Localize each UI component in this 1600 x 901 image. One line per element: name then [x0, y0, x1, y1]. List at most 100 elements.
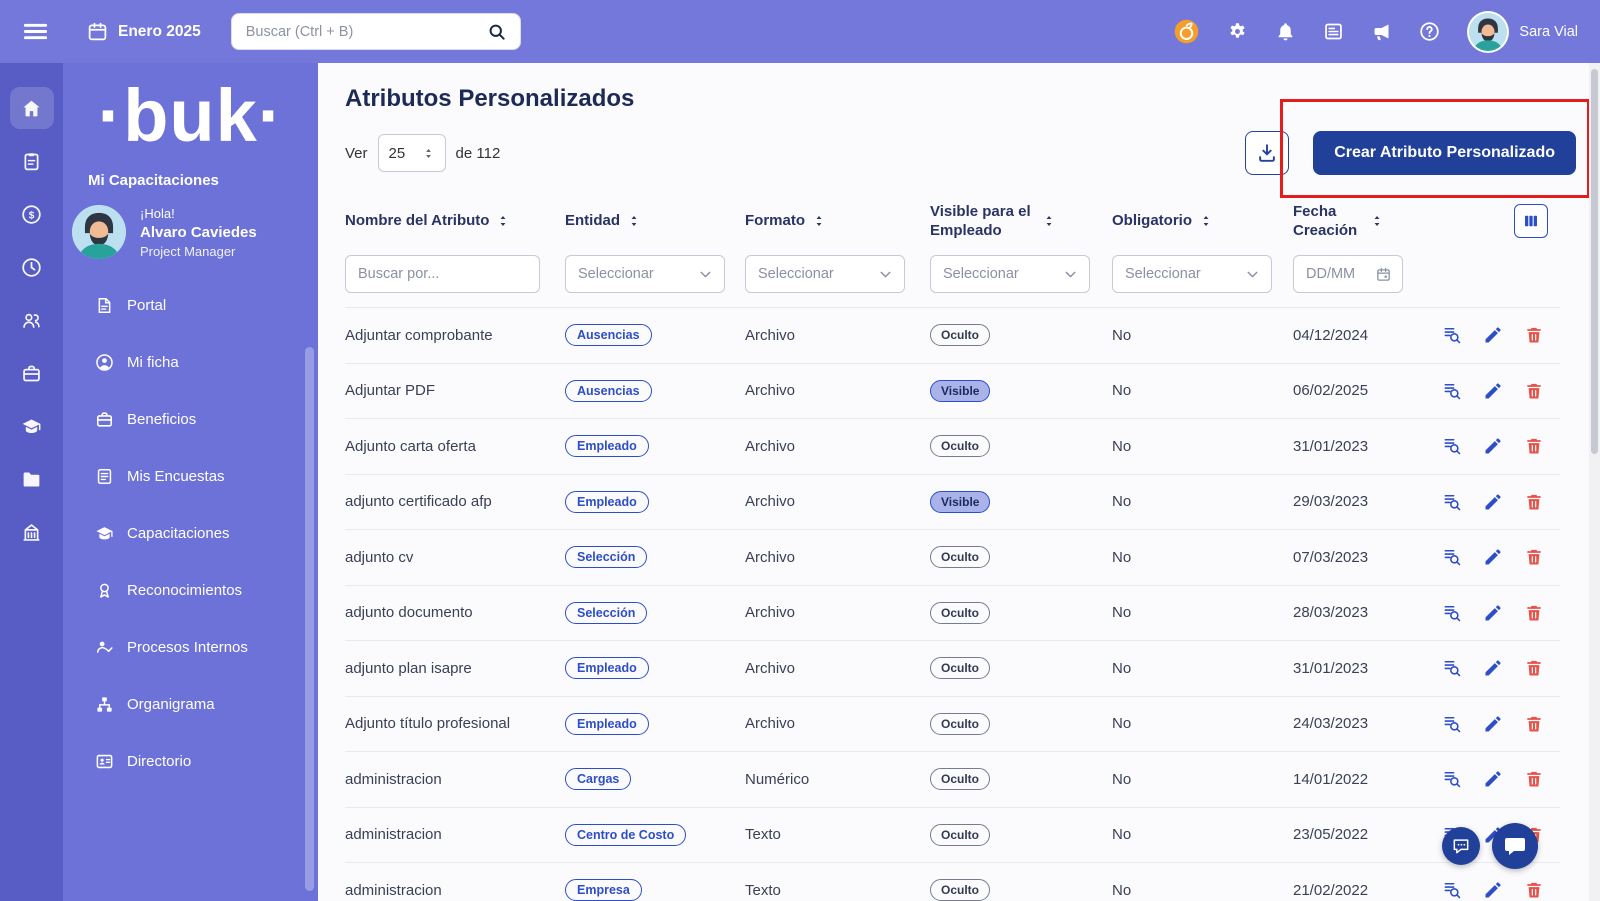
view-details-button[interactable] [1442, 714, 1462, 734]
format-value: Archivo [745, 438, 930, 455]
sidebar-item-organigrama[interactable]: Organigrama [63, 676, 318, 733]
page-size-select[interactable]: 25 [378, 134, 446, 172]
rail-item-talent[interactable] [10, 299, 54, 341]
header-visible[interactable]: Visible para el Empleado [930, 202, 1112, 241]
period-selector[interactable]: Enero 2025 [87, 21, 201, 42]
filter-visible-select[interactable]: Seleccionar [930, 255, 1090, 293]
view-details-button[interactable] [1442, 547, 1462, 567]
create-attribute-button[interactable]: Crear Atributo Personalizado [1313, 131, 1576, 175]
sort-icon[interactable] [627, 214, 641, 228]
rail-item-benefits[interactable] [10, 352, 54, 394]
chat-button[interactable] [1442, 827, 1480, 865]
delete-button[interactable] [1524, 769, 1544, 789]
required-value: No [1112, 715, 1293, 732]
rewards-button[interactable] [1173, 18, 1200, 45]
trash-icon [1524, 658, 1544, 678]
view-details-button[interactable] [1442, 492, 1462, 512]
delete-button[interactable] [1524, 603, 1544, 623]
sort-icon[interactable] [1042, 214, 1056, 228]
notifications-button[interactable] [1275, 21, 1296, 42]
rail-item-tasks[interactable] [10, 140, 54, 182]
help-button[interactable] [1419, 21, 1440, 42]
delete-button[interactable] [1524, 325, 1544, 345]
header-obligatorio[interactable]: Obligatorio [1112, 211, 1293, 231]
sidebar-item-portal[interactable]: Portal [63, 277, 318, 334]
view-details-button[interactable] [1442, 325, 1462, 345]
sort-icon[interactable] [812, 214, 826, 228]
view-details-button[interactable] [1442, 769, 1462, 789]
sidebar-item-reconocimientos[interactable]: Reconocimientos [63, 562, 318, 619]
sidebar-item-mi-ficha[interactable]: Mi ficha [63, 334, 318, 391]
edit-button[interactable] [1483, 381, 1503, 401]
delete-button[interactable] [1524, 714, 1544, 734]
scrollbar-thumb[interactable] [1591, 69, 1598, 454]
edit-button[interactable] [1483, 325, 1503, 345]
header-nombre[interactable]: Nombre del Atributo [345, 211, 565, 231]
search-input[interactable] [232, 14, 474, 49]
column-settings-button[interactable] [1514, 204, 1548, 238]
sort-icon[interactable] [496, 214, 510, 228]
rail-item-files[interactable] [10, 458, 54, 500]
page-scrollbar[interactable] [1589, 63, 1600, 901]
format-value: Archivo [745, 493, 930, 510]
dollar-icon: $ [21, 204, 42, 225]
support-widget-button[interactable] [1492, 823, 1538, 869]
edit-button[interactable] [1483, 658, 1503, 678]
menu-button[interactable] [22, 18, 49, 45]
news-button[interactable] [1323, 21, 1344, 42]
delete-button[interactable] [1524, 381, 1544, 401]
header-fecha[interactable]: Fecha Creación [1293, 202, 1430, 241]
filter-fecha-input[interactable]: DD/MM [1293, 255, 1403, 293]
filter-obligatorio-select[interactable]: Seleccionar [1112, 255, 1272, 293]
announcements-button[interactable] [1371, 21, 1392, 42]
entity-badge: Empleado [565, 713, 649, 735]
view-details-button[interactable] [1442, 880, 1462, 900]
trash-icon [1524, 436, 1544, 456]
sidebar-scrollbar[interactable] [305, 347, 314, 891]
creation-date: 24/03/2023 [1293, 715, 1430, 732]
view-details-button[interactable] [1442, 658, 1462, 678]
view-details-button[interactable] [1442, 603, 1462, 623]
header-entidad[interactable]: Entidad [565, 211, 745, 231]
view-details-button[interactable] [1442, 381, 1462, 401]
rail-item-remunerations[interactable]: $ [10, 193, 54, 235]
export-button[interactable] [1245, 131, 1289, 175]
file-search-icon [1442, 714, 1462, 734]
edit-button[interactable] [1483, 603, 1503, 623]
delete-button[interactable] [1524, 436, 1544, 456]
delete-button[interactable] [1524, 547, 1544, 567]
sort-icon[interactable] [1199, 214, 1213, 228]
edit-button[interactable] [1483, 769, 1503, 789]
edit-button[interactable] [1483, 714, 1503, 734]
sort-icon[interactable] [1370, 214, 1384, 228]
header-formato[interactable]: Formato [745, 211, 930, 231]
sidebar-item-directorio[interactable]: Directorio [63, 733, 318, 790]
entity-badge: Ausencias [565, 380, 652, 402]
sidebar-item-beneficios[interactable]: Beneficios [63, 391, 318, 448]
award-icon [95, 581, 114, 600]
filter-entidad-select[interactable]: Seleccionar [565, 255, 725, 293]
edit-button[interactable] [1483, 880, 1503, 900]
settings-button[interactable] [1227, 21, 1248, 42]
delete-button[interactable] [1524, 880, 1544, 900]
rail-item-home[interactable] [10, 87, 54, 129]
sidebar-item-mis-encuestas[interactable]: Mis Encuestas [63, 448, 318, 505]
sidebar-item-capacitaciones[interactable]: Capacitaciones [63, 505, 318, 562]
user-menu[interactable]: Sara Vial [1467, 11, 1578, 53]
rail-item-company[interactable] [10, 511, 54, 553]
edit-button[interactable] [1483, 436, 1503, 456]
view-details-button[interactable] [1442, 436, 1462, 456]
delete-button[interactable] [1524, 492, 1544, 512]
attribute-name: adjunto certificado afp [345, 493, 565, 510]
rail-item-time[interactable] [10, 246, 54, 288]
filter-name-input[interactable] [345, 255, 540, 293]
filter-formato-select[interactable]: Seleccionar [745, 255, 905, 293]
edit-button[interactable] [1483, 492, 1503, 512]
profile-card[interactable]: ¡Hola! Alvaro Caviedes Project Manager [72, 205, 318, 259]
edit-button[interactable] [1483, 547, 1503, 567]
delete-button[interactable] [1524, 658, 1544, 678]
trash-icon [1524, 381, 1544, 401]
search-button[interactable] [474, 14, 520, 49]
rail-item-training[interactable] [10, 405, 54, 447]
sidebar-item-procesos-internos[interactable]: Procesos Internos [63, 619, 318, 676]
